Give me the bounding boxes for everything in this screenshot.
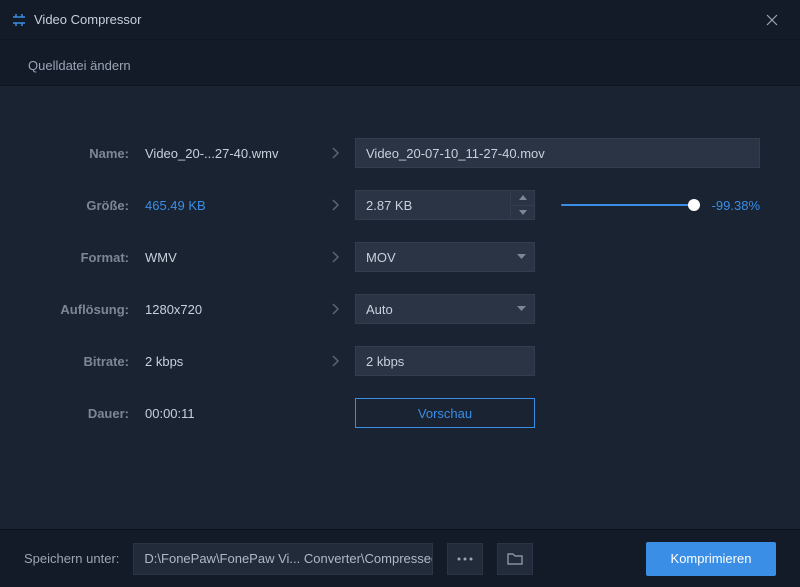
arrow-icon (315, 198, 355, 212)
bitrate-input[interactable]: 2 kbps (355, 346, 535, 376)
row-duration: Dauer: 00:00:11 Vorschau (40, 396, 760, 430)
name-original: Video_20-...27-40.wmv (145, 146, 315, 161)
resolution-select[interactable]: Auto (355, 294, 535, 324)
resolution-label: Auflösung: (40, 302, 145, 317)
row-format: Format: WMV MOV (40, 240, 760, 274)
spinner-up-icon[interactable] (511, 191, 534, 206)
arrow-icon (315, 250, 355, 264)
change-source-label: Quelldatei ändern (0, 40, 800, 85)
format-original: WMV (145, 250, 315, 265)
resolution-target: Auto (366, 302, 393, 317)
compress-button[interactable]: Komprimieren (646, 542, 776, 576)
titlebar: Video Compressor (0, 0, 800, 40)
bitrate-target: 2 kbps (366, 354, 404, 369)
footer: Speichern unter: D:\FonePaw\FonePaw Vi..… (0, 529, 800, 587)
size-original: 465.49 KB (145, 198, 315, 213)
size-target: 2.87 KB (366, 198, 412, 213)
slider-thumb[interactable] (688, 199, 700, 211)
format-label: Format: (40, 250, 145, 265)
name-target: Video_20-07-10_11-27-40.mov (366, 146, 545, 161)
dots-icon (457, 557, 473, 561)
arrow-icon (315, 354, 355, 368)
arrow-icon (315, 302, 355, 316)
row-resolution: Auflösung: 1280x720 Auto (40, 292, 760, 326)
format-select[interactable]: MOV (355, 242, 535, 272)
row-name: Name: Video_20-...27-40.wmv Video_20-07-… (40, 136, 760, 170)
chevron-down-icon (517, 254, 526, 260)
size-slider[interactable] (561, 204, 694, 206)
app-title: Video Compressor (34, 12, 756, 27)
save-under-label: Speichern unter: (24, 551, 119, 566)
open-folder-button[interactable] (497, 543, 533, 575)
duration-value: 00:00:11 (145, 406, 315, 421)
resolution-original: 1280x720 (145, 302, 315, 317)
size-label: Größe: (40, 198, 145, 213)
chevron-down-icon (517, 306, 526, 312)
size-percent: -99.38% (704, 198, 760, 213)
settings-panel: Name: Video_20-...27-40.wmv Video_20-07-… (0, 86, 800, 478)
close-button[interactable] (756, 4, 788, 36)
preview-button[interactable]: Vorschau (355, 398, 535, 428)
size-input[interactable]: 2.87 KB (355, 190, 535, 220)
row-size: Größe: 465.49 KB 2.87 KB -99.38% (40, 188, 760, 222)
app-icon (12, 13, 26, 27)
size-spinner[interactable] (510, 191, 534, 219)
name-input[interactable]: Video_20-07-10_11-27-40.mov (355, 138, 760, 168)
bitrate-label: Bitrate: (40, 354, 145, 369)
arrow-icon (315, 146, 355, 160)
more-button[interactable] (447, 543, 483, 575)
duration-label: Dauer: (40, 406, 145, 421)
size-slider-wrap: -99.38% (551, 198, 760, 213)
format-target: MOV (366, 250, 396, 265)
name-label: Name: (40, 146, 145, 161)
bitrate-original: 2 kbps (145, 354, 315, 369)
spinner-down-icon[interactable] (511, 206, 534, 220)
folder-icon (507, 552, 523, 565)
output-path[interactable]: D:\FonePaw\FonePaw Vi... Converter\Compr… (133, 543, 433, 575)
row-bitrate: Bitrate: 2 kbps 2 kbps (40, 344, 760, 378)
